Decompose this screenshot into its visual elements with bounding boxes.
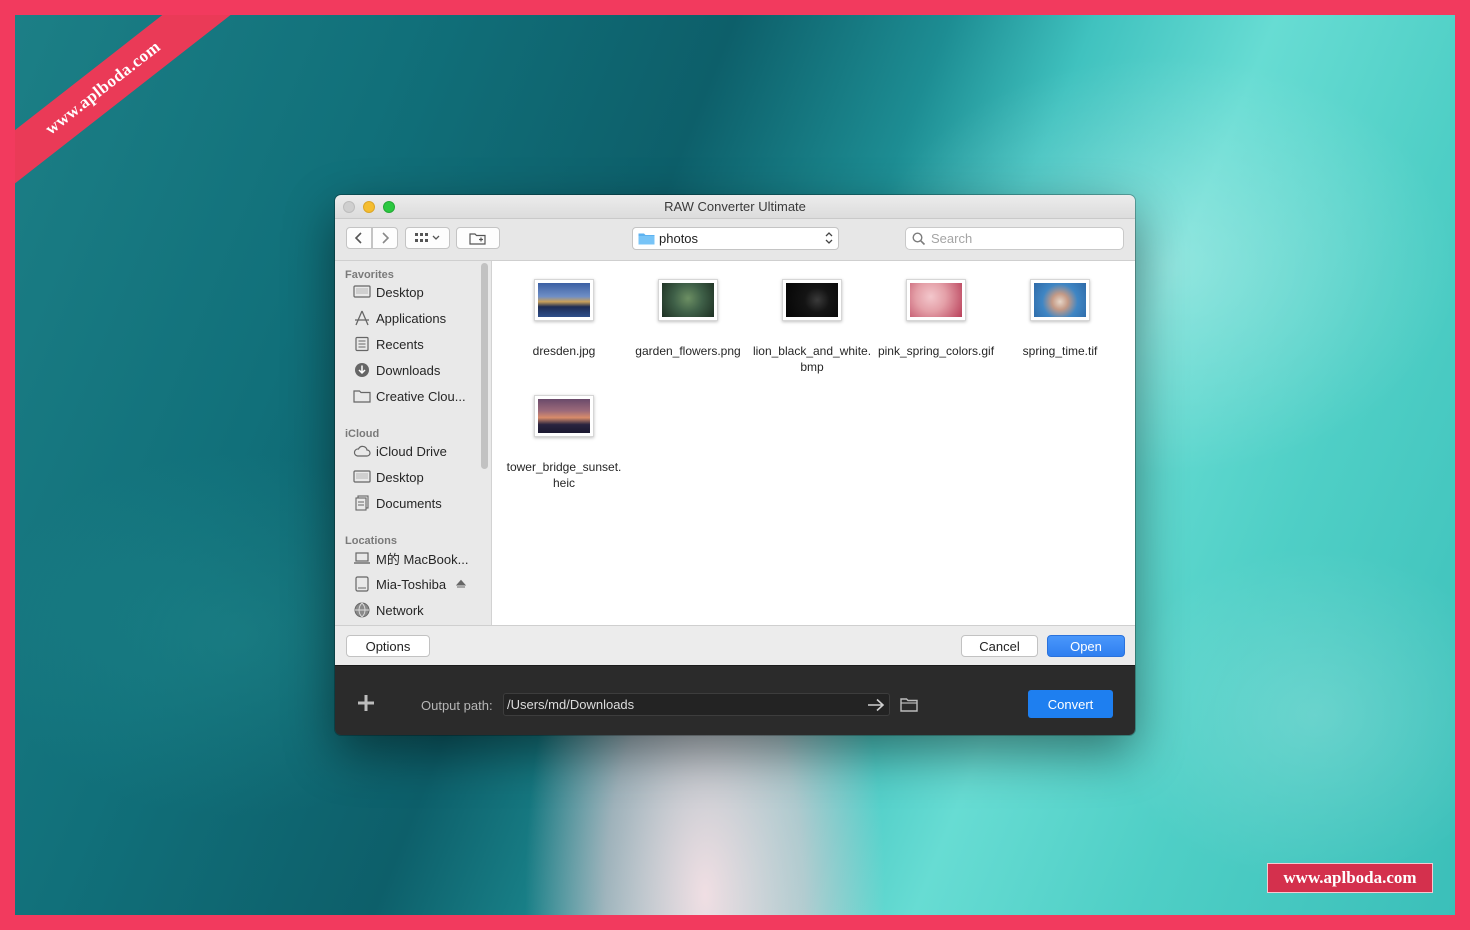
section-icloud: iCloud — [345, 428, 380, 440]
search-icon — [912, 231, 926, 245]
sidebar-item-network[interactable]: Network — [353, 599, 483, 621]
new-folder-button[interactable] — [456, 227, 500, 249]
sidebar-item-applications[interactable]: Applications — [353, 307, 483, 329]
file-thumbnail — [534, 279, 594, 321]
image-thumbnail-icon — [538, 283, 590, 317]
output-path-label: Output path: — [421, 698, 493, 713]
cloud-icon — [353, 445, 371, 457]
sidebar-item-desktop[interactable]: Desktop — [353, 281, 483, 303]
sidebar-item-recents[interactable]: Recents — [353, 333, 483, 355]
laptop-icon — [354, 552, 370, 564]
output-path-value: /Users/md/Downloads — [507, 697, 635, 712]
dialog-toolbar: photos Search — [335, 219, 1135, 261]
sidebar-item-icloud-drive[interactable]: iCloud Drive — [353, 440, 483, 462]
options-button[interactable]: Options — [346, 635, 430, 657]
view-mode-button[interactable] — [405, 227, 450, 249]
watermark-corner: www.aplboda.com — [1267, 863, 1433, 893]
file-thumbnail — [906, 279, 966, 321]
file-name: pink_spring_colors.gif — [877, 344, 995, 358]
file-item-spring-time[interactable]: spring_time.tif — [998, 279, 1122, 359]
section-locations: Locations — [345, 535, 397, 547]
sidebar-item-documents[interactable]: Documents — [353, 492, 483, 514]
sidebar: Favorites Desktop Applications Recents D… — [335, 261, 492, 625]
section-favorites: Favorites — [345, 269, 394, 281]
search-field[interactable]: Search — [905, 227, 1124, 250]
add-files-button[interactable] — [355, 692, 377, 714]
plus-icon — [358, 695, 374, 711]
title-bar: RAW Converter Ultimate — [335, 195, 1135, 219]
file-thumbnail — [782, 279, 842, 321]
forward-button[interactable] — [372, 227, 398, 249]
arrow-right-icon[interactable] — [866, 697, 886, 713]
file-item-garden-flowers[interactable]: garden_flowers.png — [626, 279, 750, 359]
folder-icon — [353, 390, 371, 403]
output-path-field[interactable]: /Users/md/Downloads — [503, 693, 890, 716]
folder-icon[interactable] — [900, 697, 918, 712]
convert-button[interactable]: Convert — [1028, 690, 1113, 718]
open-button[interactable]: Open — [1047, 635, 1125, 657]
folder-icon — [638, 233, 655, 245]
file-item-lion[interactable]: lion_black_and_white.bmp — [750, 279, 874, 375]
image-thumbnail-icon — [786, 283, 838, 317]
file-item-tower-bridge[interactable]: tower_bridge_sunset.heic — [502, 395, 626, 491]
file-name: tower_bridge_sunset.heic — [506, 460, 622, 490]
applications-icon — [355, 310, 369, 326]
file-browser: dresden.jpg garden_flowers.png lion_blac… — [492, 261, 1135, 625]
grid-view-icon — [414, 233, 439, 242]
recents-icon — [355, 336, 369, 352]
sidebar-item-icloud-desktop[interactable]: Desktop — [353, 466, 483, 488]
dialog-footer: Options Cancel Open — [335, 625, 1135, 665]
location-popup[interactable]: photos — [632, 227, 839, 250]
eject-icon[interactable] — [456, 579, 467, 589]
file-name: lion_black_and_white.bmp — [752, 344, 872, 374]
chevron-right-icon — [382, 232, 390, 244]
sidebar-item-macbook[interactable]: M的 MacBook... — [353, 547, 483, 569]
back-button[interactable] — [346, 227, 372, 249]
window-title: RAW Converter Ultimate — [664, 199, 806, 214]
location-label: photos — [659, 231, 699, 246]
new-folder-icon — [469, 232, 486, 245]
image-thumbnail-icon — [910, 283, 962, 317]
file-thumbnail — [534, 395, 594, 437]
image-thumbnail-icon — [662, 283, 714, 317]
image-thumbnail-icon — [1034, 283, 1086, 317]
file-thumbnail — [658, 279, 718, 321]
cancel-button[interactable]: Cancel — [961, 635, 1038, 657]
file-name: spring_time.tif — [1022, 344, 1098, 358]
desktop-icon — [353, 285, 371, 298]
file-name: garden_flowers.png — [635, 344, 741, 358]
image-thumbnail-icon — [538, 399, 590, 433]
downloads-icon — [355, 363, 369, 377]
sidebar-item-creative-cloud[interactable]: Creative Clou... — [353, 385, 483, 407]
search-placeholder: Search — [931, 231, 973, 246]
sidebar-item-downloads[interactable]: Downloads — [353, 359, 483, 381]
chevron-left-icon — [354, 232, 362, 244]
desktop-icon — [353, 470, 371, 483]
drive-icon — [355, 576, 369, 592]
sidebar-item-mia-toshiba[interactable]: Mia-Toshiba — [353, 573, 483, 595]
file-item-pink-spring[interactable]: pink_spring_colors.gif — [874, 279, 998, 359]
app-window: RAW Converter Ultimate photos Search Fav… — [335, 195, 1135, 735]
documents-icon — [355, 495, 369, 511]
updown-arrows-icon — [825, 232, 833, 244]
network-icon — [354, 602, 370, 618]
file-thumbnail — [1030, 279, 1090, 321]
file-item-dresden[interactable]: dresden.jpg — [502, 279, 626, 359]
converter-bar: Output path: /Users/md/Downloads Convert — [335, 665, 1135, 735]
file-name: dresden.jpg — [532, 344, 596, 358]
